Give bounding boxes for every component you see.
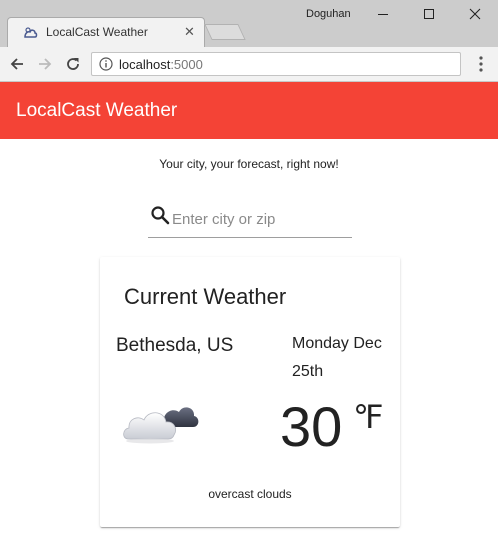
weather-description: overcast clouds [208, 487, 292, 501]
new-tab-button[interactable] [204, 24, 246, 40]
location: Bethesda, US [116, 335, 234, 356]
forward-arrow-icon [39, 58, 52, 70]
browser-toolbar: localhost:5000 [0, 47, 498, 82]
tab-favicon-icon [24, 27, 38, 38]
current-weather-card: Current Weather Bethesda, US Monday Dec … [100, 257, 400, 527]
overcast-clouds-icon [123, 407, 199, 444]
profile-name[interactable]: Doguhan [306, 8, 351, 20]
search-input[interactable] [172, 208, 348, 230]
reload-icon [67, 58, 79, 70]
maximize-icon [424, 9, 434, 19]
url-port: :5000 [170, 57, 203, 72]
close-icon [469, 8, 481, 20]
app-title: LocalCast Weather [16, 100, 178, 121]
url-text: localhost:5000 [119, 57, 203, 72]
card-title: Current Weather [124, 284, 287, 309]
info-icon[interactable] [99, 57, 113, 71]
app-toolbar: LocalCast Weather [0, 82, 498, 139]
browser-titlebar: LocalCast Weather ✕ Doguhan [0, 0, 498, 47]
reload-button[interactable] [64, 55, 82, 73]
tab-title: LocalCast Weather [46, 25, 148, 39]
address-bar[interactable]: localhost:5000 [91, 52, 461, 76]
maximize-button[interactable] [406, 0, 452, 28]
temperature-unit: ℉ [353, 399, 384, 435]
search-icon [151, 206, 170, 225]
browser-menu-icon[interactable] [475, 55, 487, 73]
close-window-button[interactable] [452, 0, 498, 28]
back-arrow-icon [10, 58, 23, 70]
minimize-icon [378, 14, 388, 15]
back-button[interactable] [8, 55, 26, 73]
city-search [148, 202, 352, 238]
temperature: 30 [280, 395, 343, 458]
minimize-button[interactable] [360, 0, 406, 28]
tagline: Your city, your forecast, right now! [159, 157, 339, 171]
forward-button[interactable] [36, 55, 54, 73]
tab-close-icon[interactable]: ✕ [184, 24, 195, 40]
browser-tab-active[interactable]: LocalCast Weather ✕ [7, 17, 205, 47]
date: Monday Dec 25th [292, 335, 382, 380]
url-host: localhost [119, 57, 171, 72]
